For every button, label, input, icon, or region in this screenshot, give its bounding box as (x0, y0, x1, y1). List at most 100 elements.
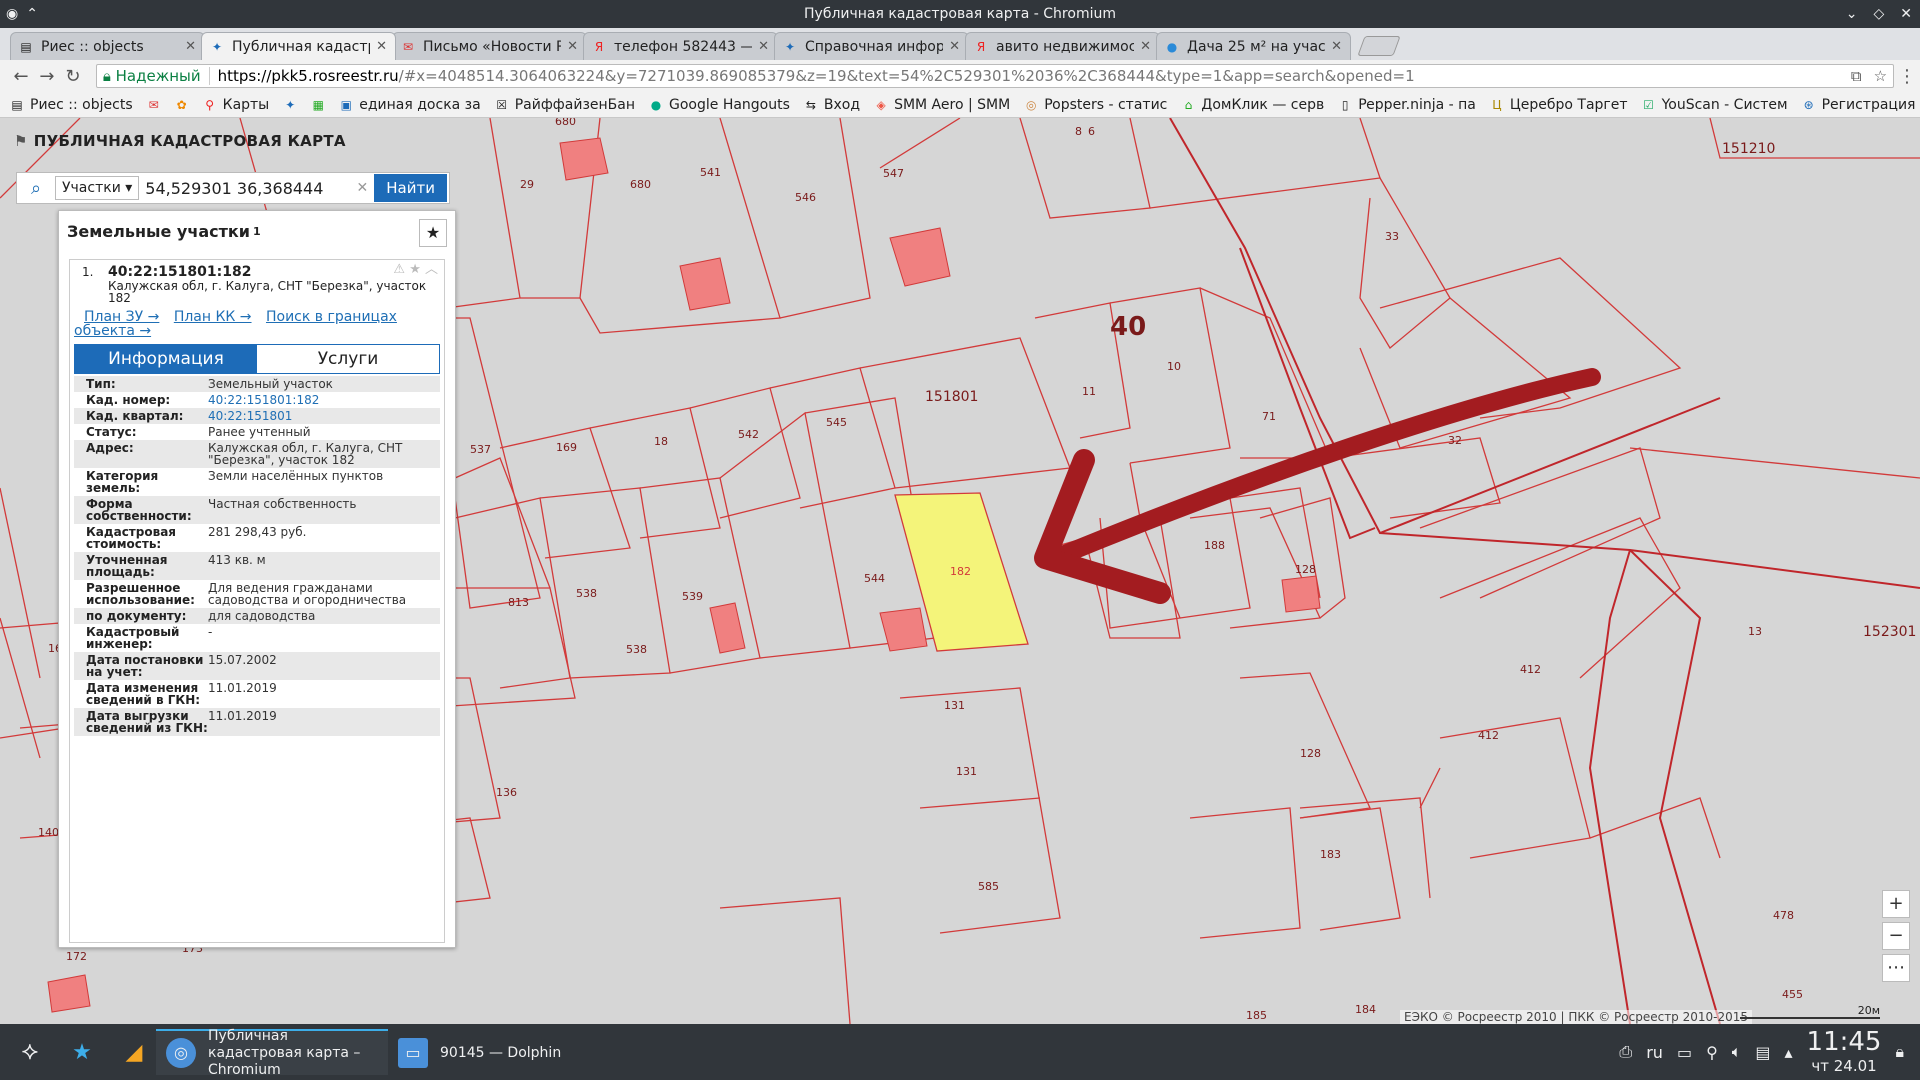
tab-services[interactable]: Услуги (257, 345, 439, 373)
forward-icon[interactable]: → (34, 66, 60, 87)
bookmark-item[interactable]: ☑ YouScan - Систем (1642, 97, 1787, 113)
attribute-key: Категория земель: (86, 469, 159, 495)
expand-tray-icon[interactable]: ▴ (1785, 1043, 1793, 1062)
close-tab-icon[interactable]: ✕ (949, 39, 960, 54)
mail-icon: ✉ (402, 39, 414, 54)
zoom-out-button[interactable]: − (1882, 922, 1910, 950)
maximize-icon[interactable]: ◇ (1873, 0, 1884, 28)
translate-icon[interactable]: ⧉ (1851, 67, 1862, 85)
tab-5[interactable]: Яавито недвижимос ✕ (965, 32, 1160, 60)
parcel-address: Калужская обл, г. Калуга, СНТ "Березка",… (108, 279, 427, 305)
tab-3[interactable]: Ятелефон 582443 — ✕ (583, 32, 778, 60)
svg-text:544: 544 (864, 572, 885, 585)
task-dolphin[interactable]: ▭ 90145 — Dolphin (388, 1029, 571, 1075)
plan-kk-link[interactable]: План КК → (174, 309, 252, 325)
tab-4[interactable]: ✦ Справочная инфор ✕ (774, 32, 969, 60)
bookmark-item[interactable]: ⊛ Регистрация (1802, 97, 1916, 113)
search-input[interactable]: 54,529301 36,368444 (145, 179, 356, 198)
bookmark-item[interactable]: ◎ Popsters - статис (1024, 97, 1167, 113)
bookmark-item[interactable]: ✿ (175, 98, 189, 112)
svg-text:169: 169 (556, 441, 577, 454)
new-tab-button[interactable] (1357, 36, 1401, 56)
more-options-button[interactable]: ⋯ (1882, 954, 1910, 982)
tab-strip: ▤ Риес :: objects ✕ ✦ Публичная кадастр ✕ ✉ П… (0, 28, 1920, 60)
attribute-row: по документу: для садоводства (74, 608, 440, 624)
card-actions-icon[interactable]: ⚠ ★ ︿ (393, 263, 438, 276)
tab-information[interactable]: Информация (75, 345, 257, 373)
tab-6[interactable]: ● Дача 25 м² на учас ✕ (1156, 32, 1351, 60)
attribute-key: Статус: (86, 425, 137, 439)
bookmark-item[interactable]: ▤ Риес :: objects (10, 97, 132, 113)
search-icon[interactable]: ⌕ (17, 178, 55, 199)
attribute-value[interactable]: 40:22:151801:182 (208, 394, 440, 406)
bookmark-item[interactable]: ◈ SMM Aero | SMM (874, 97, 1010, 113)
smm-icon: ◈ (876, 97, 886, 112)
map-area[interactable]: 40 151801 151210 152301 182 680 29 680 541 … (0, 118, 1920, 1024)
network-icon[interactable]: ⚲ (1706, 1043, 1718, 1062)
close-tab-icon[interactable]: ✕ (1140, 39, 1151, 54)
url-text[interactable]: https://pkk5.rosreestr.ru/#x=4048514.306… (218, 67, 1845, 85)
bookmark-item[interactable]: ● Google Hangouts (649, 97, 790, 113)
attribute-row: Кадастровый инженер: - (74, 624, 440, 652)
keep-above-icon[interactable]: ⌃ (26, 0, 38, 28)
attribute-key: Кад. номер: (86, 393, 171, 407)
favorite-star-icon[interactable]: ★ (419, 219, 447, 247)
search-button[interactable]: Найти (374, 174, 447, 202)
kate-icon[interactable]: ◢ (112, 1030, 156, 1074)
bookmark-star-icon[interactable]: ☆ (1874, 67, 1887, 85)
close-tab-icon[interactable]: ✕ (1331, 39, 1342, 54)
clock[interactable]: 11:45 чт 24.01 (1807, 1028, 1882, 1076)
tab-1[interactable]: ✦ Публичная кадастр ✕ (201, 32, 396, 60)
zoom-in-button[interactable]: + (1882, 890, 1910, 918)
tab-2[interactable]: ✉ Письмо «Новости Р ✕ (392, 32, 587, 60)
attribute-value[interactable]: 40:22:151801 (208, 410, 440, 422)
close-window-icon[interactable]: ✕ (1900, 0, 1912, 28)
svg-text:412: 412 (1478, 729, 1499, 742)
minimize-icon[interactable]: ⌄ (1846, 0, 1858, 28)
bookmark-item[interactable]: ▦ (311, 98, 325, 112)
attribute-row: Дата постановки на учет: 15.07.2002 (74, 652, 440, 680)
bookmark-item[interactable]: ⇆ Вход (804, 97, 860, 113)
attribute-key: Дата выгрузки сведений из ГКН: (86, 709, 208, 735)
results-panel: Земельные участки 1 ★ 1. 40:22:151801:182… (58, 210, 456, 948)
close-tab-icon[interactable]: ✕ (185, 39, 196, 54)
desktop-icon[interactable]: ★ (60, 1030, 104, 1074)
close-tab-icon[interactable]: ✕ (758, 39, 769, 54)
close-tab-icon[interactable]: ✕ (376, 39, 387, 54)
secure-indicator[interactable]: 🔒︎ Надежный (103, 67, 210, 85)
close-tab-icon[interactable]: ✕ (567, 39, 578, 54)
svg-text:13: 13 (1748, 625, 1762, 638)
bookmark-item[interactable]: Ц Церебро Таргет (1490, 97, 1627, 113)
bookmark-item[interactable]: ⌂ ДомКлик — серв (1181, 97, 1325, 113)
attribute-row: Кадастровая стоимость: 281 298,43 руб. (74, 524, 440, 552)
tab-0[interactable]: ▤ Риес :: objects ✕ (10, 32, 205, 60)
svg-text:184: 184 (1355, 1003, 1376, 1016)
lock-icon[interactable]: 🔒︎ (1895, 1042, 1904, 1062)
task-chromium[interactable]: ◎ Публичная кадастровая карта – Chromium (156, 1028, 388, 1078)
cadastral-number: 40:22:151801:182 (108, 264, 252, 280)
yandex-icon: Я (976, 39, 986, 54)
bookmark-item[interactable]: ▯ Pepper.ninja - па (1338, 97, 1476, 113)
volume-icon[interactable]: 🔈︎ (1732, 1042, 1742, 1062)
menu-icon[interactable]: ⋮ (1894, 66, 1920, 87)
svg-text:680: 680 (555, 118, 576, 128)
printer-icon[interactable]: ⎙ (1619, 1042, 1632, 1062)
attribute-key: Кадастровый инженер: (86, 625, 180, 651)
display-icon[interactable]: ▭ (1677, 1043, 1692, 1062)
app-menu-icon[interactable]: ◉ (6, 0, 18, 28)
bookmark-item[interactable]: ✉ (147, 98, 161, 112)
address-bar[interactable]: 🔒︎ Надежный https://pkk5.rosreestr.ru/#x… (95, 64, 1895, 88)
bookmark-item[interactable]: ⚲ Карты (203, 97, 269, 113)
clear-icon[interactable]: ✕ (357, 180, 369, 196)
card-links: План ЗУ → План КК → Поиск в границах объ… (70, 304, 444, 338)
svg-text:585: 585 (978, 880, 999, 893)
bookmark-item[interactable]: ☒ РайффайзенБан (495, 97, 635, 113)
app-launcher-icon[interactable]: ⯎ (8, 1030, 52, 1074)
search-type-select[interactable]: Участки ▾ (55, 176, 140, 200)
back-icon[interactable]: ← (8, 66, 34, 87)
reload-icon[interactable]: ↻ (60, 66, 86, 87)
bookmark-item[interactable]: ▣ единая доска за (339, 97, 481, 113)
bookmark-item[interactable]: ✦ (283, 98, 297, 112)
clipboard-icon[interactable]: ▤ (1755, 1043, 1770, 1062)
keyboard-layout[interactable]: ru (1646, 1043, 1663, 1062)
